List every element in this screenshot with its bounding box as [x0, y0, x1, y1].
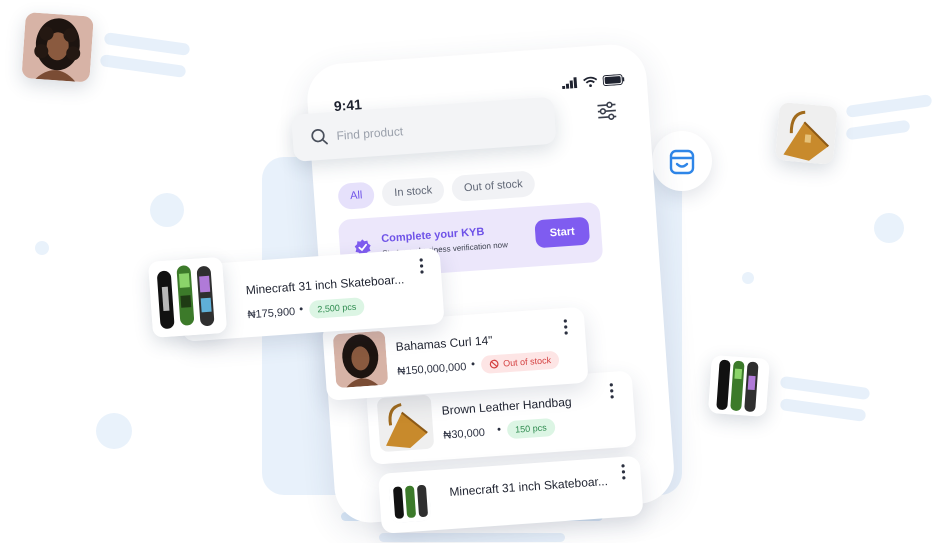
product-price: ₦150,000,000	[397, 361, 467, 378]
product-image	[148, 256, 228, 338]
product-price: ₦175,900	[247, 305, 296, 322]
floating-handbag-image	[774, 102, 838, 165]
filter-tabs: All In stock Out of stock	[337, 170, 536, 210]
search-input[interactable]	[336, 115, 517, 143]
decor-line	[379, 533, 565, 542]
product-name: Brown Leather Handbag	[441, 394, 572, 418]
filter-sliders-icon[interactable]	[594, 98, 620, 124]
separator-dot: •	[496, 423, 502, 436]
decor-line	[845, 119, 911, 141]
kyb-start-button[interactable]: Start	[534, 216, 591, 249]
decor-bubble	[874, 213, 904, 243]
kebab-menu-icon[interactable]	[414, 257, 429, 276]
product-name: Minecraft 31 inch Skateboar...	[448, 474, 609, 500]
kebab-menu-icon[interactable]	[616, 462, 631, 481]
decor-line	[103, 32, 191, 56]
product-price: ₦30,000	[443, 426, 486, 442]
decor-bubble	[742, 272, 754, 284]
product-name: Bahamas Curl 14"	[395, 333, 493, 354]
signal-icon	[562, 77, 578, 90]
product-image	[332, 330, 389, 389]
store-icon	[669, 149, 695, 175]
out-of-stock-icon	[489, 359, 499, 369]
wifi-icon	[583, 76, 598, 88]
decor-bubble	[96, 413, 132, 449]
product-image	[388, 480, 432, 524]
decor-line	[779, 398, 867, 422]
product-image	[376, 394, 435, 453]
tab-out-of-stock[interactable]: Out of stock	[451, 170, 536, 203]
decor-bubble	[150, 193, 184, 227]
stock-badge: Out of stock	[480, 350, 560, 374]
decor-line	[845, 94, 933, 118]
decor-bubble	[35, 241, 49, 255]
separator-dot: •	[298, 303, 304, 316]
product-name: Minecraft 31 inch Skateboar...	[245, 272, 405, 298]
battery-icon	[602, 74, 625, 87]
tab-in-stock[interactable]: In stock	[381, 176, 446, 207]
floating-skateboard-image	[707, 355, 770, 417]
decor-line	[99, 54, 187, 78]
kebab-menu-icon[interactable]	[604, 381, 619, 400]
floating-avatar-image	[21, 12, 94, 83]
search-icon	[311, 128, 328, 144]
stock-badge: 150 pcs	[506, 417, 556, 440]
store-badge	[652, 131, 712, 191]
decor-line	[779, 375, 871, 401]
stock-badge: 2,500 pcs	[308, 297, 365, 319]
status-icons	[561, 74, 625, 90]
stock-badge-label: Out of stock	[502, 355, 552, 369]
tab-all[interactable]: All	[337, 181, 376, 210]
separator-dot: •	[470, 358, 476, 371]
kebab-menu-icon[interactable]	[558, 318, 573, 337]
